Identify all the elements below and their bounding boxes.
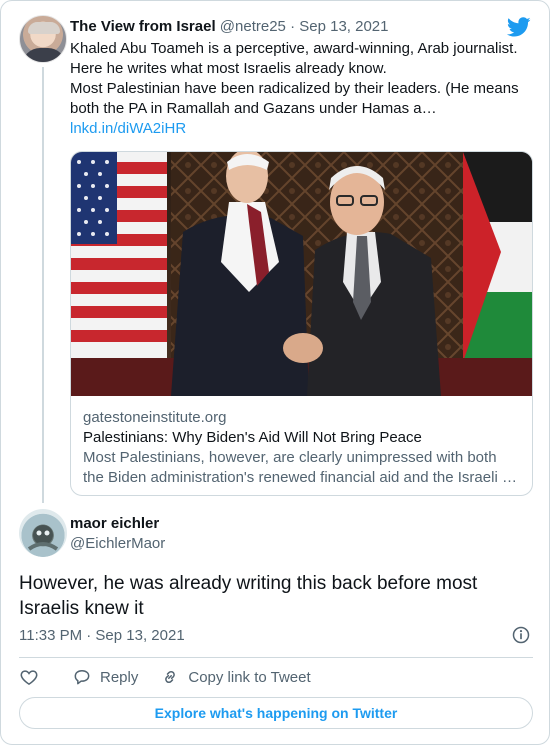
link-preview-title: Palestinians: Why Biden's Aid Will Not B… [83, 429, 422, 446]
reply-button[interactable]: Reply [72, 667, 138, 687]
tweet-timestamp[interactable]: 11:33 PM · Sep 13, 2021 [19, 626, 185, 646]
speech-bubble-icon [74, 670, 90, 685]
thread-connector-line [42, 67, 44, 503]
quoted-tweet-date[interactable]: Sep 13, 2021 [299, 18, 388, 35]
quoted-text-line: Most Palestinian have been radicalized b… [70, 80, 519, 97]
twitter-bird-icon[interactable] [507, 15, 531, 39]
quoted-tweet-text: Khaled Abu Toameh is a perceptive, award… [70, 39, 532, 139]
quoted-author-handle[interactable]: @netre25 [220, 18, 286, 35]
link-preview-description-line: Most Palestinians, however, are clearly … [83, 449, 497, 466]
author-name[interactable]: maor eichler [70, 515, 159, 533]
quoted-tweet-header: The View from Israel @netre25 · Sep 13, … [70, 17, 389, 37]
actions-divider [19, 657, 533, 658]
link-icon [165, 670, 176, 684]
info-icon[interactable] [511, 625, 531, 645]
heart-icon [20, 670, 38, 685]
author-handle[interactable]: @EichlerMaor [70, 535, 165, 553]
tweet-text: However, he was already writing this bac… [19, 573, 478, 619]
reply-label: Reply [100, 668, 139, 686]
link-preview-image [71, 152, 532, 396]
link-preview-description-line: the Biden administration's renewed finan… [83, 469, 517, 486]
quoted-text-line: Here he writes what most Israelis alread… [70, 60, 387, 77]
link-preview-domain: gatestoneinstitute.org [83, 409, 227, 426]
tweet-embed-card: The View from Israel @netre25 · Sep 13, … [0, 0, 550, 745]
quoted-author-name[interactable]: The View from Israel [70, 18, 216, 35]
tweet-actions-bar: Reply Copy link to Tweet [19, 665, 311, 689]
author-avatar[interactable] [19, 509, 67, 557]
quoted-tweet-link[interactable]: lnkd.in/diWA2iHR [70, 120, 186, 137]
copy-link-button[interactable]: Copy link to Tweet [160, 667, 311, 687]
like-button[interactable] [19, 667, 39, 687]
quoted-text-line: both the PA in Ramallah and Gazans under… [70, 100, 437, 117]
explore-twitter-button[interactable]: Explore what's happening on Twitter [19, 697, 533, 729]
link-preview-card[interactable]: gatestoneinstitute.org Palestinians: Why… [70, 151, 533, 496]
quoted-text-line: Khaled Abu Toameh is a perceptive, award… [70, 40, 518, 57]
quoted-author-avatar[interactable] [19, 15, 67, 63]
header-separator: · [290, 18, 296, 35]
link-preview-meta: gatestoneinstitute.org Palestinians: Why… [83, 408, 523, 488]
copy-link-label: Copy link to Tweet [188, 668, 311, 686]
